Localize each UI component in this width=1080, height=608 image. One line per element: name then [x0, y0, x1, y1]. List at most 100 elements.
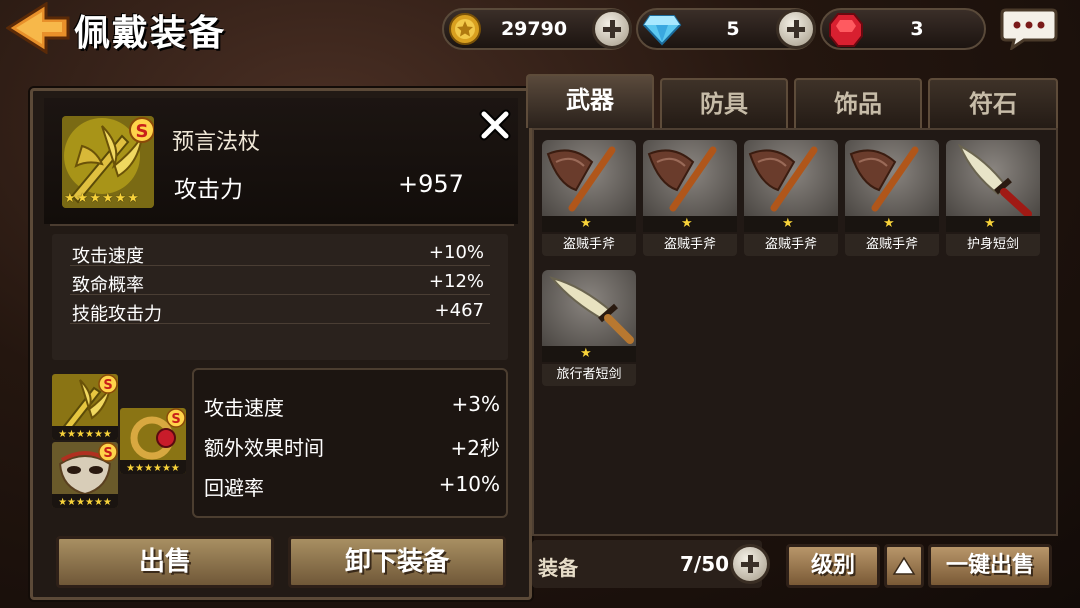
close-icon[interactable] — [478, 108, 512, 142]
star-icon: ★ — [89, 191, 101, 206]
set-item-staff[interactable]: S ★★★★★★ — [52, 374, 118, 440]
item-stars: ★ — [744, 216, 838, 232]
svg-text:S: S — [103, 446, 112, 461]
item-stars: ★ — [845, 216, 939, 232]
add-diamond-button[interactable] — [776, 9, 816, 49]
item-stars: ★ — [946, 216, 1040, 232]
stat-row: 攻击速度 +10% — [70, 238, 490, 267]
item-name: 盗贼手斧 — [643, 234, 737, 256]
ruby-currency: 3 — [820, 8, 986, 50]
svg-text:S: S — [103, 378, 112, 393]
add-gold-button[interactable] — [592, 9, 632, 49]
expand-inventory-button[interactable] — [730, 544, 770, 584]
star-icon: ★ — [984, 216, 996, 231]
sell-button[interactable]: 出售 — [56, 536, 274, 588]
sell-all-button[interactable]: 一键出售 — [928, 544, 1052, 588]
set-bonus-row: 回避率 +10% — [204, 472, 500, 501]
page-title: 佩戴装备 — [74, 13, 227, 54]
svg-text:★★★★★★: ★★★★★★ — [58, 429, 112, 440]
axe-icon — [542, 140, 636, 216]
staff-icon: S ★★★★★★ — [52, 374, 118, 440]
tab-armor[interactable]: 防具 — [660, 78, 788, 128]
item-name: 盗贼手斧 — [845, 234, 939, 256]
sort-direction-button[interactable] — [884, 544, 924, 588]
inventory-item[interactable]: ★ 盗贼手斧 — [643, 140, 737, 260]
set-item-ring[interactable]: S ★★★★★★ — [120, 408, 186, 474]
set-bonus-value: +3% — [451, 392, 501, 416]
stat-value: +10% — [428, 242, 484, 263]
inventory-item[interactable]: ★ 旅行者短剑 — [542, 270, 636, 390]
stat-row: 技能攻击力 +467 — [70, 296, 490, 325]
stat-row: 致命概率 +12% — [70, 267, 490, 296]
axe-icon — [744, 140, 838, 216]
svg-text:S: S — [136, 121, 149, 142]
axe-icon — [845, 140, 939, 216]
main-stat-value: +957 — [398, 170, 464, 198]
set-bonus-row: 额外效果时间 +2秒 — [204, 432, 500, 461]
item-stars: ★ ★ ★ ★ ★ ★ — [64, 192, 139, 205]
sword-icon — [946, 140, 1040, 216]
star-icon: ★ — [681, 216, 693, 231]
equip-count-label: 装备 — [538, 556, 578, 580]
stat-label: 致命概率 — [72, 275, 144, 296]
ruby-icon — [829, 13, 863, 47]
set-bonus-label: 回避率 — [204, 476, 264, 500]
set-bonus-box: 攻击速度 +3% 额外效果时间 +2秒 回避率 +10% — [192, 368, 508, 518]
tab-weapon[interactable]: 武器 — [526, 74, 654, 128]
item-name: 预言法杖 — [172, 130, 261, 155]
unequip-button[interactable]: 卸下装备 — [288, 536, 506, 588]
inventory-count: 7/50 — [680, 552, 730, 576]
item-stars: ★ — [542, 216, 636, 232]
inventory-item[interactable]: ★ 盗贼手斧 — [744, 140, 838, 260]
star-icon: ★ — [580, 216, 592, 231]
star-icon: ★ — [883, 216, 895, 231]
star-icon: ★ — [127, 191, 139, 206]
main-stat-label: 攻击力 — [174, 177, 243, 203]
svg-text:★★★★★★: ★★★★★★ — [126, 463, 180, 474]
set-bonus-value: +10% — [438, 472, 500, 496]
gold-value: 29790 — [500, 18, 568, 40]
diamond-icon — [642, 15, 682, 46]
mask-icon: S ★★★★★★ — [52, 442, 118, 508]
ruby-value: 3 — [910, 18, 924, 40]
set-bonus-row: 攻击速度 +3% — [204, 392, 500, 421]
star-icon: ★ — [782, 216, 794, 231]
svg-text:★★★★★★: ★★★★★★ — [58, 497, 112, 508]
star-icon: ★ — [101, 191, 114, 206]
tab-accessory[interactable]: 饰品 — [794, 78, 922, 128]
stat-value: +12% — [428, 271, 484, 292]
svg-text:S: S — [171, 412, 180, 427]
star-icon: ★ — [114, 191, 127, 206]
inventory-item[interactable]: ★ 盗贼手斧 — [542, 140, 636, 260]
star-icon: ★ — [76, 191, 89, 206]
back-arrow-icon[interactable] — [6, 2, 70, 54]
set-bonus-label: 额外效果时间 — [204, 436, 324, 460]
item-name: 护身短剑 — [946, 234, 1040, 256]
inventory-item[interactable]: ★ 护身短剑 — [946, 140, 1040, 260]
gold-coin-icon — [449, 13, 481, 45]
sword-icon — [542, 270, 636, 346]
chat-bubble-icon[interactable] — [1000, 6, 1058, 50]
set-bonus-value: +2秒 — [450, 436, 500, 460]
item-stars: ★ — [542, 346, 636, 362]
set-bonus-label: 攻击速度 — [204, 396, 284, 420]
stats-box: 攻击速度 +10% 致命概率 +12% 技能攻击力 +467 — [52, 234, 508, 360]
inventory-item[interactable]: ★ 盗贼手斧 — [845, 140, 939, 260]
stat-label: 攻击速度 — [72, 246, 144, 267]
diamond-value: 5 — [726, 18, 740, 40]
item-name: 旅行者短剑 — [542, 364, 636, 386]
tab-rune[interactable]: 符石 — [928, 78, 1058, 128]
item-name: 盗贼手斧 — [542, 234, 636, 256]
set-item-mask[interactable]: S ★★★★★★ — [52, 442, 118, 508]
star-icon: ★ — [64, 191, 76, 206]
stat-label: 技能攻击力 — [72, 304, 162, 325]
item-name: 盗贼手斧 — [744, 234, 838, 256]
axe-icon — [643, 140, 737, 216]
sort-by-level-button[interactable]: 级别 — [786, 544, 880, 588]
ring-icon: S ★★★★★★ — [120, 408, 186, 474]
divider — [50, 224, 514, 226]
item-stars: ★ — [643, 216, 737, 232]
stat-value: +467 — [434, 300, 484, 321]
triangle-up-icon — [892, 556, 916, 575]
star-icon: ★ — [580, 346, 592, 361]
